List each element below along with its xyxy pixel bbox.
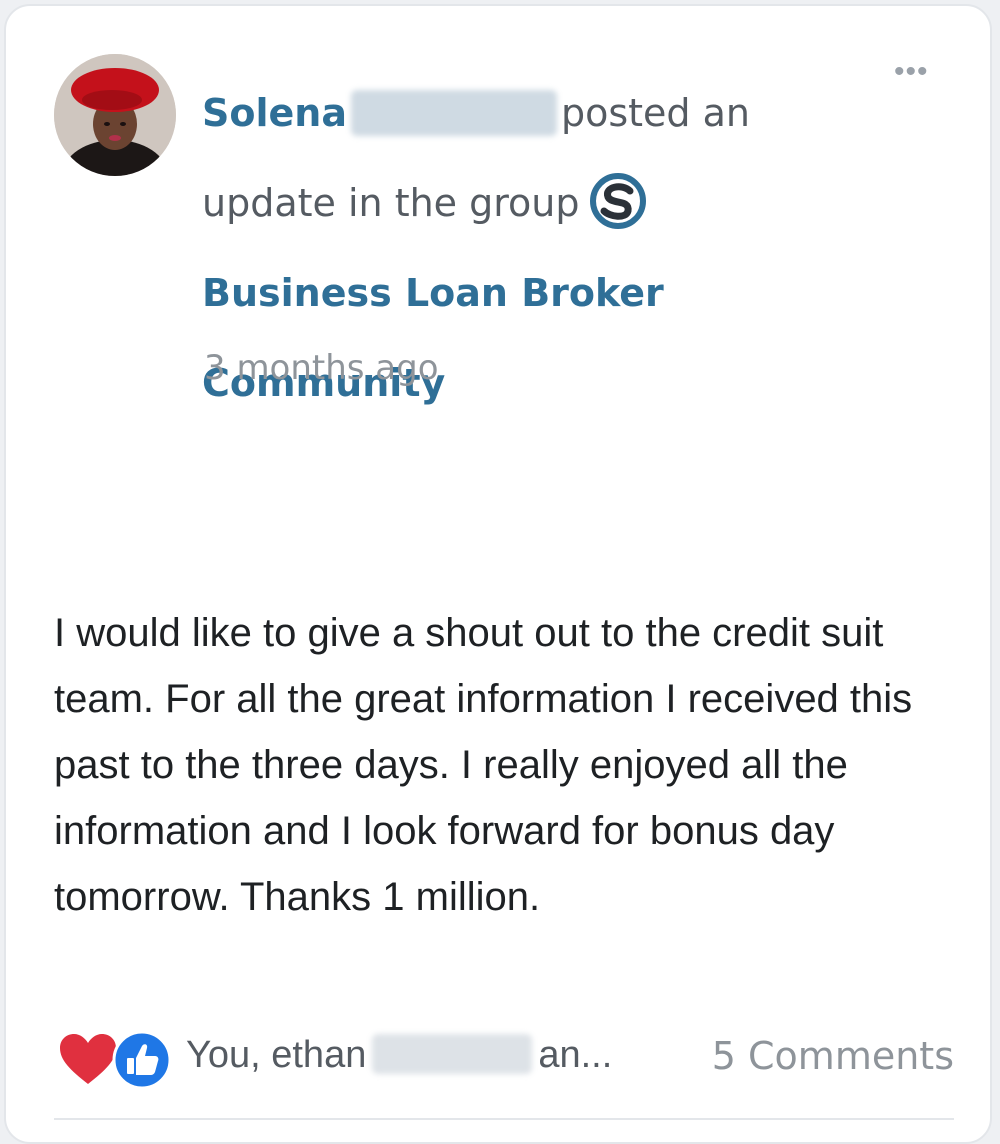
more-options-icon[interactable]: •••	[894, 57, 929, 87]
redacted-surname	[350, 89, 557, 136]
activity-post-card: ••• Solena posted an update in the group …	[4, 4, 992, 1144]
reactors-prefix: You, ethan	[186, 1034, 367, 1076]
post-footer: You, ethan an... 5 Comments	[58, 1028, 958, 1092]
thumbs-up-icon[interactable]	[112, 1030, 172, 1090]
author-avatar[interactable]	[54, 54, 176, 176]
post-body: I would like to give a shout out to the …	[54, 611, 913, 919]
author-name-link[interactable]: Solena	[202, 91, 347, 135]
group-logo-icon	[588, 171, 648, 231]
reactors-suffix: an...	[538, 1034, 613, 1076]
post-timestamp[interactable]: 3 months ago	[204, 348, 439, 388]
redacted-reactor	[372, 1033, 533, 1074]
avatar-image	[54, 54, 176, 176]
footer-divider	[54, 1118, 954, 1120]
comments-count-link[interactable]: 5 Comments	[712, 1034, 954, 1078]
reactors-list[interactable]: You, ethan an...	[186, 1033, 613, 1077]
heart-icon[interactable]	[58, 1032, 118, 1088]
